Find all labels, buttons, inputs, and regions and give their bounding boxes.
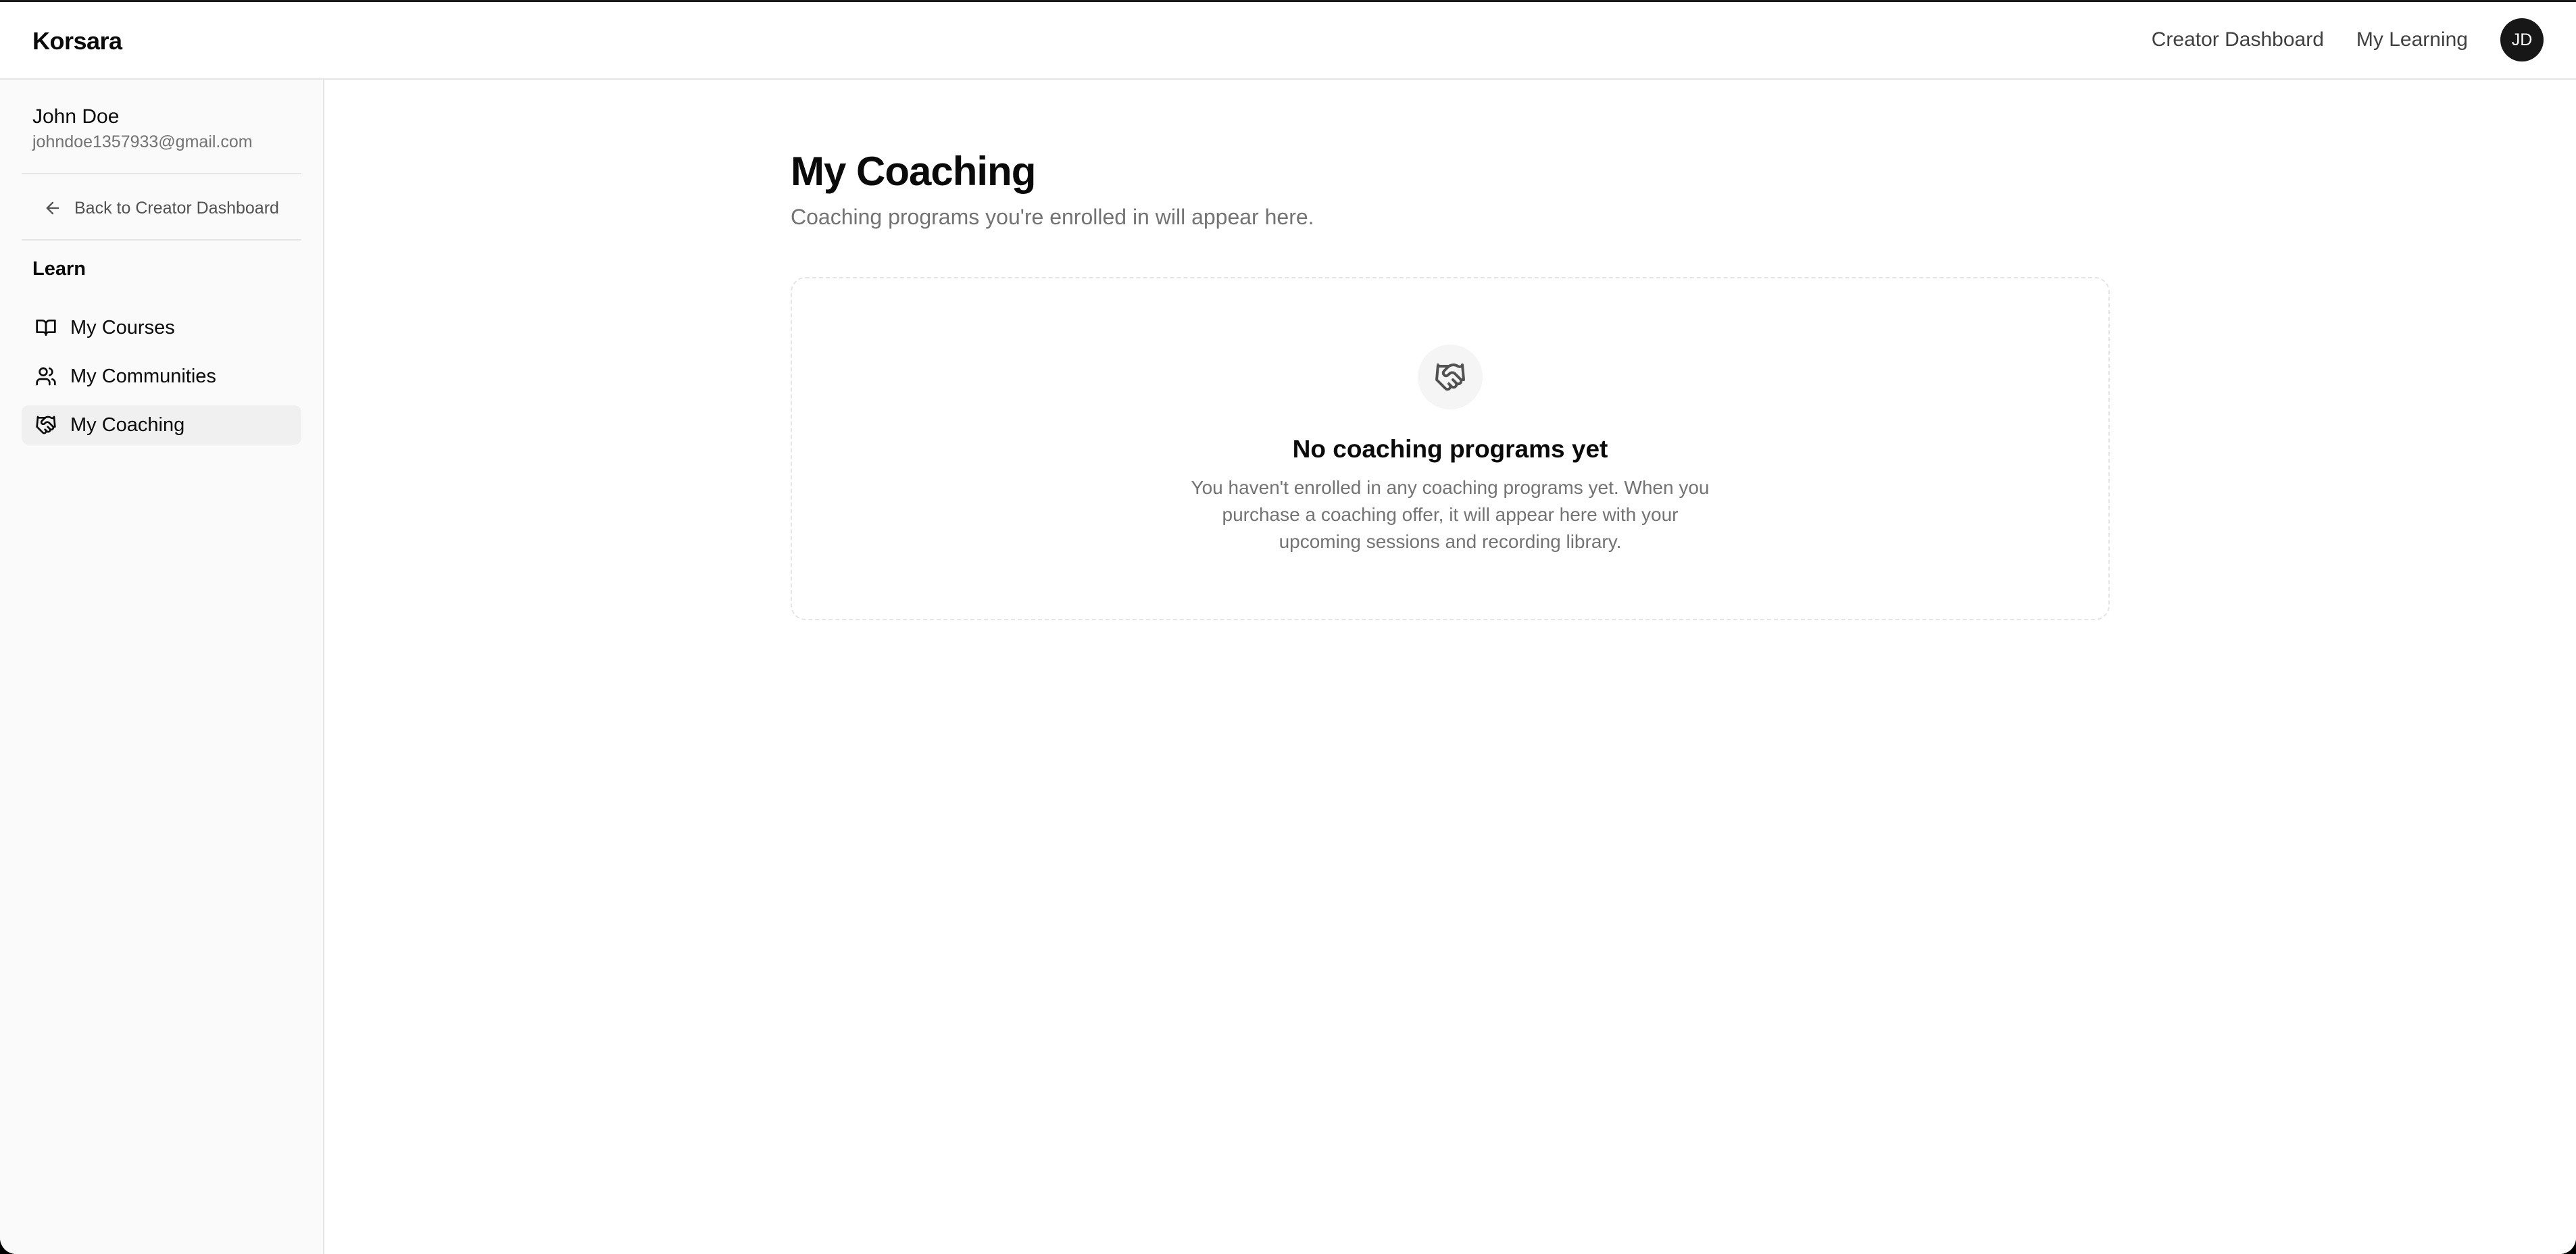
sidebar-item-my-coaching[interactable]: My Coaching xyxy=(22,405,301,445)
sidebar: John Doe johndoe1357933@gmail.com Back t… xyxy=(0,80,324,1254)
handshake-icon xyxy=(1435,363,1465,391)
handshake-icon xyxy=(36,416,56,434)
back-to-creator-dashboard-link[interactable]: Back to Creator Dashboard xyxy=(43,195,279,222)
empty-state-title: No coaching programs yet xyxy=(1292,435,1608,463)
avatar[interactable]: JD xyxy=(2500,18,2544,61)
empty-state-icon-badge xyxy=(1418,345,1483,409)
arrow-left-icon xyxy=(46,201,59,215)
main-content: My Coaching Coaching programs you're enr… xyxy=(324,80,2576,1254)
page-subtitle: Coaching programs you're enrolled in wil… xyxy=(791,205,1314,229)
sidebar-item-my-courses[interactable]: My Courses xyxy=(22,308,301,347)
brand-logo[interactable]: Korsara xyxy=(32,26,122,56)
users-icon xyxy=(36,367,56,386)
page-title: My Coaching xyxy=(791,149,1036,194)
user-email: johndoe1357933@gmail.com xyxy=(32,132,253,151)
sidebar-item-my-communities[interactable]: My Communities xyxy=(22,357,301,396)
app-window: Korsara Creator Dashboard My Learning JD… xyxy=(0,0,2576,1254)
sidebar-item-label: My Communities xyxy=(70,365,216,387)
book-open-icon xyxy=(36,320,56,336)
sidebar-item-label: My Coaching xyxy=(70,413,185,436)
user-name: John Doe xyxy=(32,105,120,128)
top-header: Korsara Creator Dashboard My Learning JD xyxy=(0,2,2576,80)
sidebar-divider xyxy=(22,239,301,241)
nav-creator-dashboard[interactable]: Creator Dashboard xyxy=(2152,26,2324,53)
sidebar-divider xyxy=(22,173,301,174)
sidebar-item-label: My Courses xyxy=(70,316,175,338)
empty-state-card: No coaching programs yet You haven't enr… xyxy=(791,277,2110,620)
nav-my-learning[interactable]: My Learning xyxy=(2356,26,2468,53)
empty-state-description: You haven't enrolled in any coaching pro… xyxy=(1191,477,1710,552)
back-link-label: Back to Creator Dashboard xyxy=(74,198,279,218)
sidebar-section-label: Learn xyxy=(32,258,86,280)
top-nav: Creator Dashboard My Learning JD xyxy=(2152,18,2544,61)
